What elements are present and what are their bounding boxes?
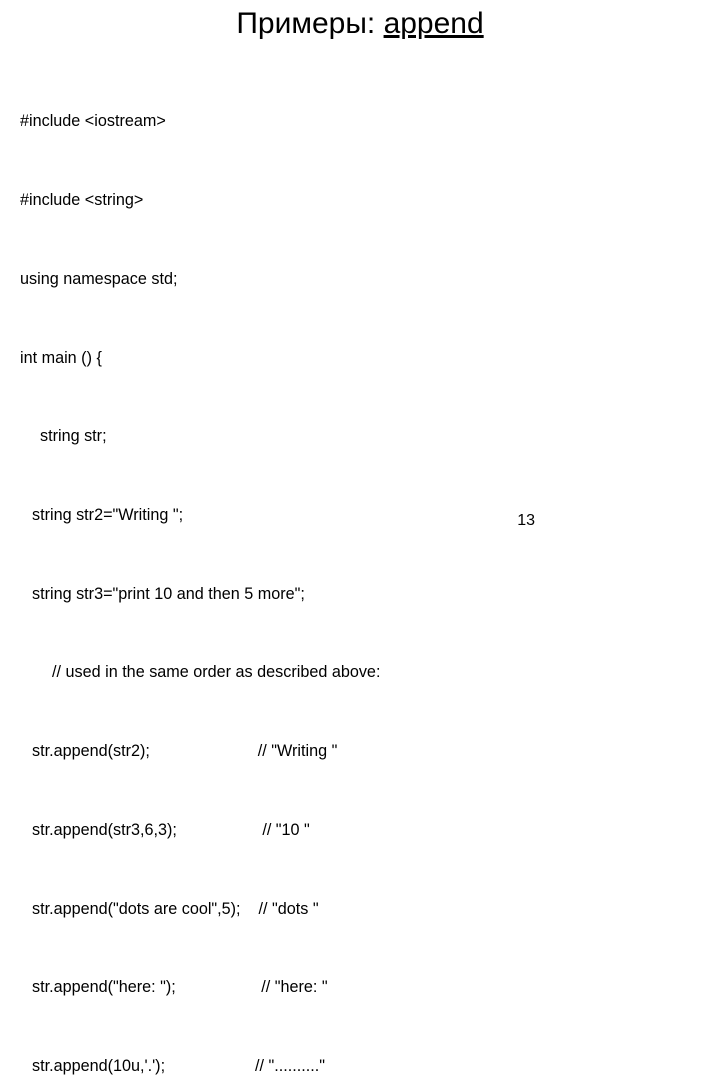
code-line: string str3="print 10 and then 5 more"; xyxy=(20,581,700,607)
slide-title: Примеры: append xyxy=(20,6,700,42)
code-line: using namespace std; xyxy=(20,266,700,292)
code-line: #include <iostream> xyxy=(20,108,700,134)
title-keyword: append xyxy=(384,7,484,40)
code-line: string str; xyxy=(20,423,700,449)
code-line: string str2="Writing "; xyxy=(20,502,700,528)
code-line: str.append("here: "); // "here: " xyxy=(20,974,700,1000)
code-line: str.append(10u,'.'); // ".........." xyxy=(20,1053,700,1079)
page-number: 13 xyxy=(517,512,535,530)
code-line: #include <string> xyxy=(20,187,700,213)
slide: Примеры: append #include <iostream> #inc… xyxy=(0,0,720,540)
code-block: #include <iostream> #include <string> us… xyxy=(20,56,700,1080)
title-prefix: Примеры: xyxy=(236,7,383,40)
code-line: // used in the same order as described a… xyxy=(20,659,700,685)
code-line: str.append(str2); // "Writing " xyxy=(20,738,700,764)
code-line: int main () { xyxy=(20,345,700,371)
code-line: str.append(str3,6,3); // "10 " xyxy=(20,817,700,843)
code-line: str.append("dots are cool",5); // "dots … xyxy=(20,896,700,922)
